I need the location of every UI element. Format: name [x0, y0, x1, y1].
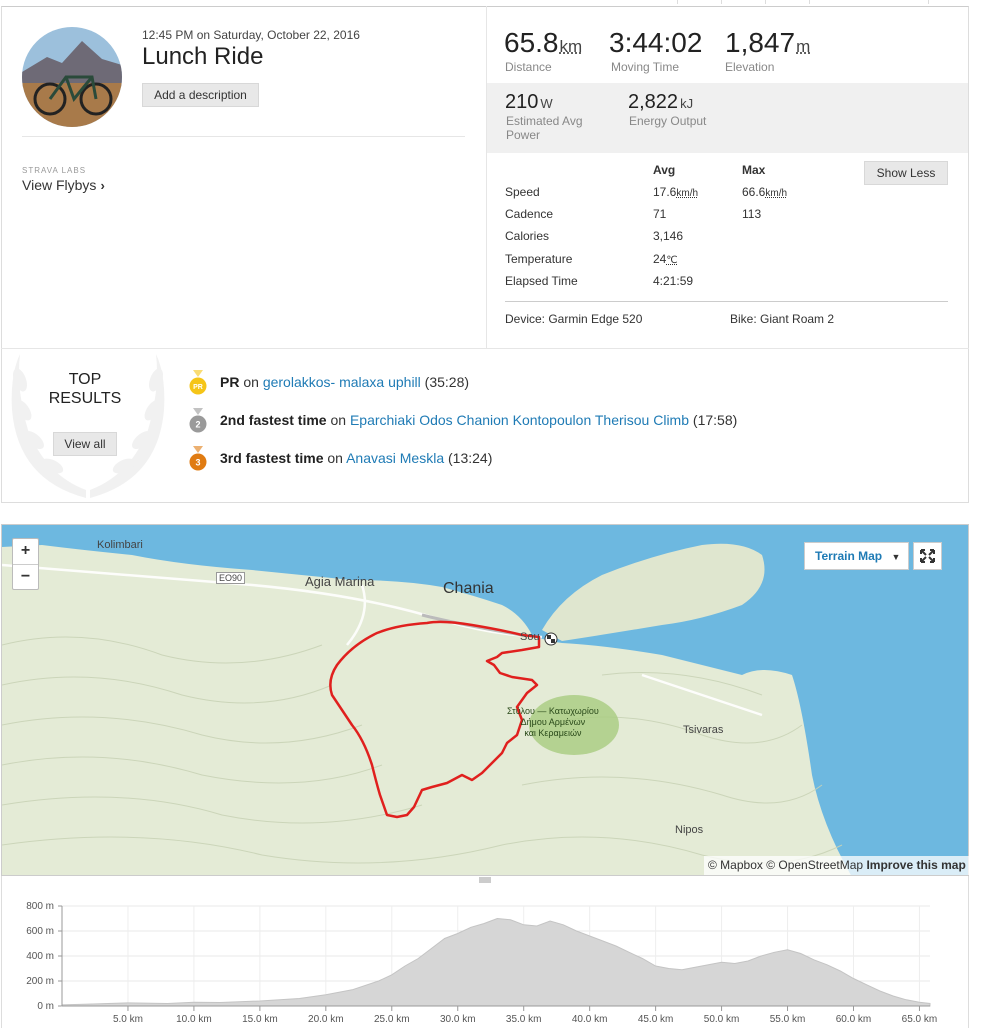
cadence-label: Cadence: [505, 207, 554, 221]
zoom-out-button[interactable]: −: [13, 564, 38, 589]
strava-labs-label: STRAVA LABS: [22, 166, 87, 175]
park-label: Στύλου — Κατωχωρίου Δήμου Αρμένων και Κερα…: [507, 706, 599, 738]
show-less-button[interactable]: Show Less: [864, 161, 948, 185]
y-tick-label: 0 m: [37, 1001, 54, 1012]
x-tick-label: 35.0 km: [506, 1014, 542, 1025]
max-header: Max: [742, 163, 766, 177]
x-tick-label: 10.0 km: [176, 1014, 212, 1025]
y-tick-label: 400 m: [26, 951, 54, 962]
svg-text:PR: PR: [193, 384, 203, 391]
cadence-avg: 71: [653, 207, 667, 221]
top-results-title: TOP RESULTS: [48, 371, 122, 407]
elevation-label: Elevation: [725, 60, 775, 74]
elapsed-time-avg: 4:21:59: [653, 274, 694, 288]
divider: [22, 136, 465, 137]
temperature-label: Temperature: [505, 252, 573, 266]
segment-link[interactable]: Anavasi Meskla: [346, 450, 444, 466]
elevation-area: [61, 917, 931, 1007]
calories-avg: 3,146: [653, 229, 684, 243]
caret-down-icon: ▼: [891, 552, 901, 562]
svg-text:3: 3: [195, 458, 200, 468]
expand-icon: [920, 549, 935, 563]
effort-row: 3rd fastest time on Anavasi Meskla (13:2…: [220, 450, 493, 466]
zoom-in-button[interactable]: +: [13, 539, 38, 564]
fullscreen-button[interactable]: [913, 542, 942, 570]
segment-link[interactable]: gerolakkos- malaxa uphill: [263, 374, 421, 390]
y-tick-label: 600 m: [26, 926, 54, 937]
segment-link[interactable]: Eparchiaki Odos Chanion Kontopoulon Ther…: [350, 412, 689, 428]
moving-time-stat: 3:44:02: [609, 27, 703, 58]
improve-map-link[interactable]: Improve this map: [866, 858, 965, 872]
activity-title: Lunch Ride: [142, 43, 264, 70]
energy-stat: 2,822 kJ: [628, 91, 694, 113]
view-flybys-link[interactable]: View Flybys ›: [22, 177, 105, 193]
divider: [505, 301, 948, 302]
x-tick-label: 65.0 km: [902, 1014, 938, 1025]
avatar[interactable]: [22, 27, 122, 127]
map-label: Agia Marina: [305, 574, 375, 589]
y-tick-label: 800 m: [26, 901, 54, 912]
svg-text:2: 2: [195, 420, 200, 430]
map-label: Nipos: [675, 824, 704, 836]
map-label: Sou: [520, 631, 540, 643]
map-label: Chania: [443, 580, 494, 597]
resize-handle-icon[interactable]: [479, 877, 491, 883]
map-attribution: © Mapbox © OpenStreetMap Improve this ma…: [704, 856, 969, 875]
zoom-control: + −: [12, 538, 39, 590]
x-tick-label: 30.0 km: [440, 1014, 476, 1025]
x-tick-label: 25.0 km: [374, 1014, 410, 1025]
speed-avg: 17.6km/h: [653, 185, 699, 199]
road-shield: EO90: [216, 572, 246, 584]
x-tick-label: 55.0 km: [770, 1014, 806, 1025]
speed-label: Speed: [505, 185, 540, 199]
view-all-button[interactable]: View all: [53, 432, 117, 456]
bike-info: Bike: Giant Roam 2: [730, 312, 835, 326]
distance-label: Distance: [505, 60, 552, 74]
x-tick-label: 5.0 km: [113, 1014, 143, 1025]
calories-label: Calories: [505, 229, 550, 243]
avg-header: Avg: [653, 163, 676, 177]
cadence-max: 113: [742, 207, 762, 221]
bronze-medal-icon: 3: [189, 446, 207, 471]
moving-time-label: Moving Time: [611, 60, 680, 74]
energy-label: Energy Output: [629, 114, 707, 128]
pr-medal-icon: PR: [189, 370, 207, 395]
effort-row: PR on gerolakkos- malaxa uphill (35:28): [220, 374, 470, 390]
flybys-label: View Flybys: [22, 177, 97, 193]
x-tick-label: 50.0 km: [704, 1014, 740, 1025]
x-tick-label: 60.0 km: [836, 1014, 872, 1025]
map-type-dropdown[interactable]: Terrain Map ▼: [804, 542, 909, 570]
elevation-chart[interactable]: 800 m 600 m 400 m 200 m 0 m 5.0 km 10.0 km 15.0…: [0, 896, 981, 1028]
x-tick-label: 40.0 km: [572, 1014, 608, 1025]
device-info: Device: Garmin Edge 520: [505, 312, 643, 326]
x-tick-label: 45.0 km: [638, 1014, 674, 1025]
map-label: Kolimbari: [97, 539, 143, 551]
x-tick-label: 20.0 km: [308, 1014, 344, 1025]
add-description-button[interactable]: Add a description: [142, 83, 259, 107]
silver-medal-icon: 2: [189, 408, 207, 433]
speed-max: 66.6km/h: [742, 185, 788, 199]
route-map[interactable]: [1, 524, 969, 876]
y-tick-label: 200 m: [26, 976, 54, 987]
elapsed-time-label: Elapsed Time: [505, 274, 578, 288]
terrain-map-canvas: [2, 525, 968, 875]
elevation-stat: 1,847m: [725, 27, 811, 58]
distance-stat: 65.8km: [504, 27, 583, 58]
power-stat: 210 W: [505, 91, 553, 113]
temperature-avg: 24℃: [653, 252, 678, 266]
x-tick-label: 15.0 km: [242, 1014, 278, 1025]
divider: [1, 348, 969, 349]
effort-row: 2nd fastest time on Eparchiaki Odos Chan…: [220, 412, 738, 428]
map-label: Tsivaras: [683, 724, 724, 736]
activity-datetime: 12:45 PM on Saturday, October 22, 2016: [142, 28, 360, 42]
chevron-right-icon: ›: [100, 178, 105, 193]
finish-flag-icon: [544, 632, 558, 646]
power-label: Estimated Avg Power: [506, 114, 583, 142]
